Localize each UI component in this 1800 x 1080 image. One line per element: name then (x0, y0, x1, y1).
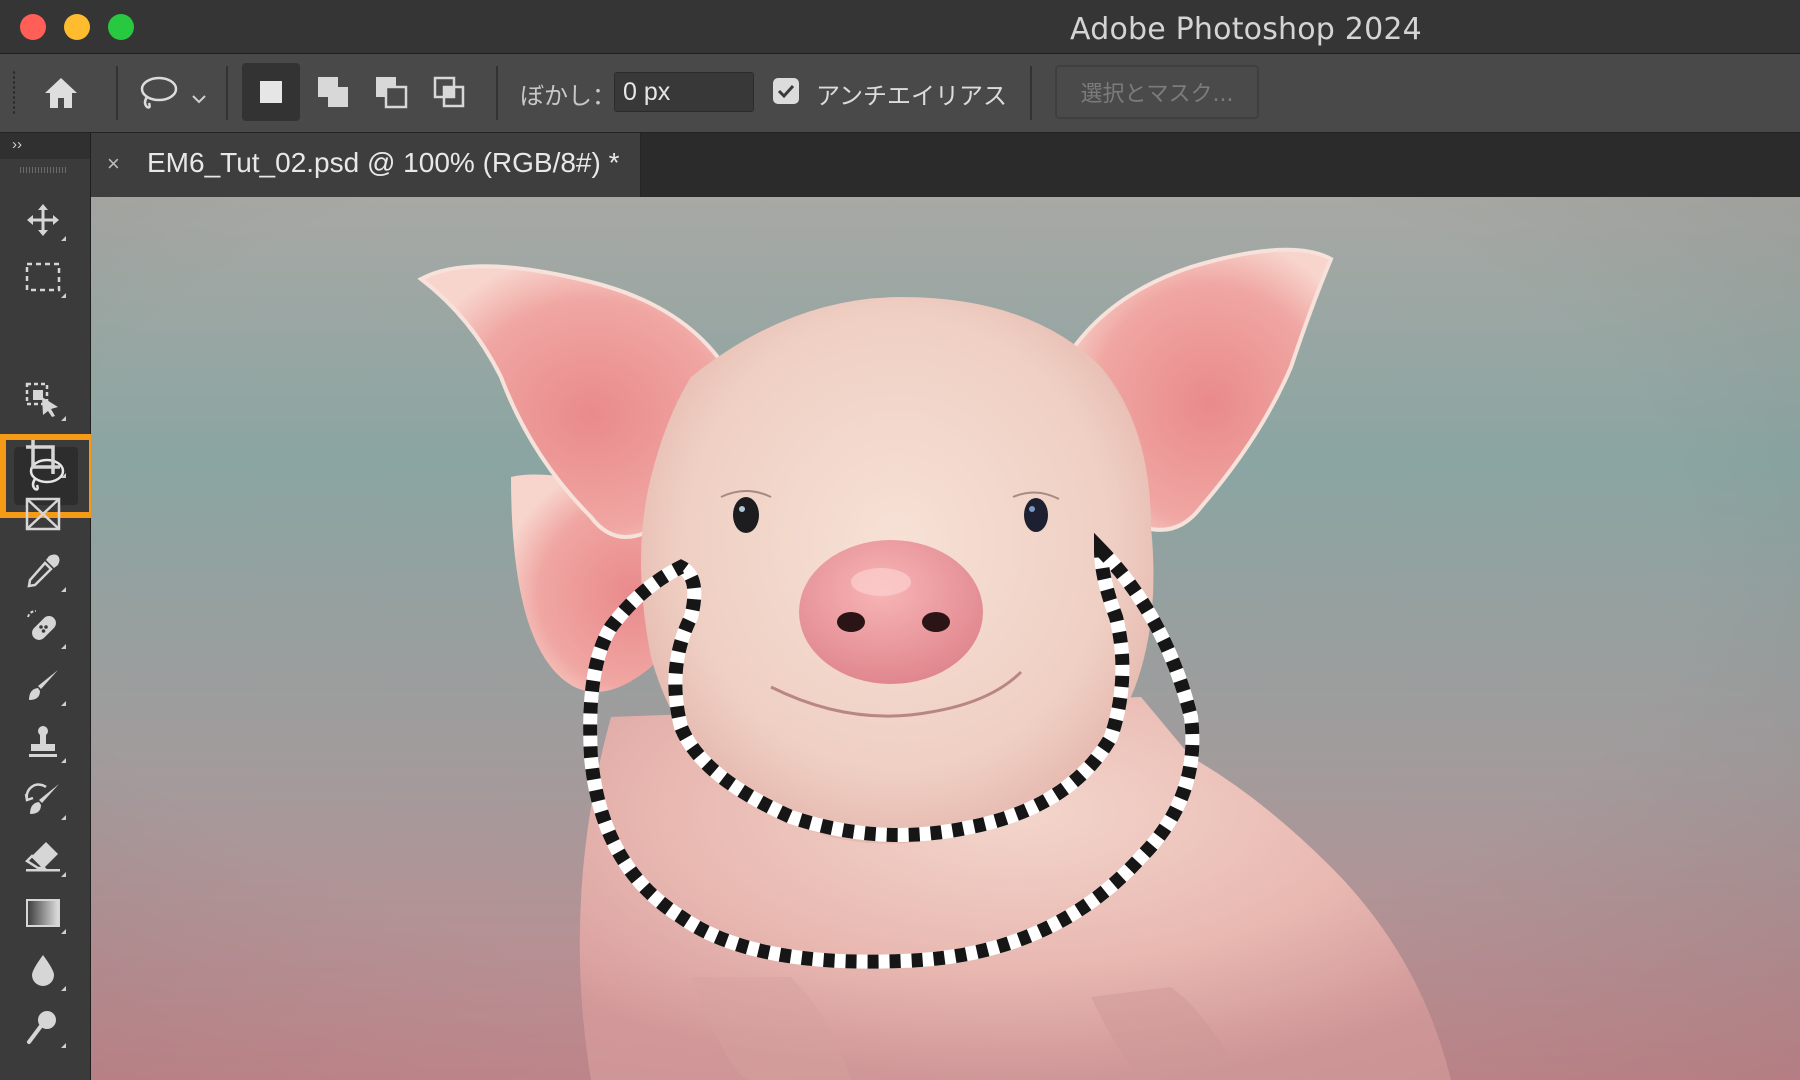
feather-input[interactable] (614, 72, 754, 112)
options-bar-grip[interactable] (12, 70, 16, 116)
crop-tool[interactable] (12, 430, 74, 484)
eyedropper-tool[interactable] (12, 544, 74, 598)
move-tool[interactable] (12, 193, 74, 247)
history-brush-tool[interactable] (12, 772, 74, 826)
eraser-tool[interactable] (12, 829, 74, 883)
tools-panel-header: ›› (0, 133, 90, 159)
select-and-mask-button[interactable]: 選択とマスク... (1055, 65, 1259, 119)
minimize-window-button[interactable] (64, 14, 90, 40)
gradient-icon (26, 899, 60, 927)
document-tab-bar: × EM6_Tut_02.psd @ 100% (RGB/8#) * (91, 133, 1800, 197)
lasso-icon (140, 76, 178, 109)
eraser-icon (25, 842, 60, 872)
healing-brush-icon (27, 610, 56, 640)
spot-healing-brush-tool[interactable] (12, 601, 74, 655)
document-canvas[interactable] (91, 197, 1800, 1080)
rectangular-marquee-tool[interactable] (12, 250, 74, 304)
piglet-image (91, 197, 1800, 1080)
move-icon (27, 204, 59, 236)
chevron-down-icon (192, 95, 206, 104)
lasso-preset-picker[interactable] (132, 68, 212, 118)
marquee-icon (25, 262, 61, 292)
options-bar: ぼかし： アンチエイリアス 選択とマスク... (0, 54, 1800, 133)
intersect-selection-icon[interactable] (420, 63, 478, 121)
anti-alias-label: アンチエイリアス (816, 82, 1008, 110)
gradient-tool[interactable] (12, 886, 74, 940)
blur-tool[interactable] (12, 943, 74, 997)
clone-stamp-tool[interactable] (12, 715, 74, 769)
title-bar: Adobe Photoshop 2024 (0, 0, 1800, 54)
checkmark-icon (777, 84, 795, 99)
frame-tool[interactable] (12, 487, 74, 541)
eyedropper-icon (27, 554, 60, 588)
subtract-from-selection-icon[interactable] (362, 63, 420, 121)
feather-label: ぼかし： (520, 82, 616, 110)
photoshop-window: Adobe Photoshop 2024 ぼかし： アンチエイ (0, 0, 1800, 1080)
object-selection-tool[interactable] (12, 373, 74, 427)
close-window-button[interactable] (20, 14, 46, 40)
anti-alias-checkbox[interactable] (773, 78, 799, 104)
zoom-window-button[interactable] (108, 14, 134, 40)
document-tab[interactable]: × EM6_Tut_02.psd @ 100% (RGB/8#) * (91, 133, 641, 197)
divider (496, 66, 498, 120)
divider (1030, 66, 1032, 120)
collapse-panel-icon[interactable]: ›› (12, 136, 22, 153)
tools-panel: ›› (0, 133, 95, 1080)
dodge-tool[interactable] (12, 1000, 74, 1054)
frame-icon (25, 497, 61, 531)
divider (116, 66, 118, 120)
tools-panel-grip[interactable] (20, 167, 66, 173)
new-selection-icon[interactable] (242, 63, 300, 121)
object-selection-icon (25, 382, 58, 417)
brush-icon (29, 670, 58, 700)
brush-tool[interactable] (12, 658, 74, 712)
add-to-selection-icon[interactable] (304, 63, 362, 121)
divider (226, 66, 228, 120)
document-tab-title: EM6_Tut_02.psd @ 100% (RGB/8#) * (147, 147, 620, 178)
home-icon[interactable] (36, 68, 86, 118)
history-brush-icon (24, 783, 59, 814)
blur-drop-icon (32, 955, 54, 986)
close-tab-icon[interactable]: × (107, 151, 120, 177)
stamp-icon (29, 726, 57, 757)
dodge-icon (27, 1011, 56, 1044)
app-title: Adobe Photoshop 2024 (1070, 12, 1422, 47)
crop-icon (26, 440, 60, 474)
